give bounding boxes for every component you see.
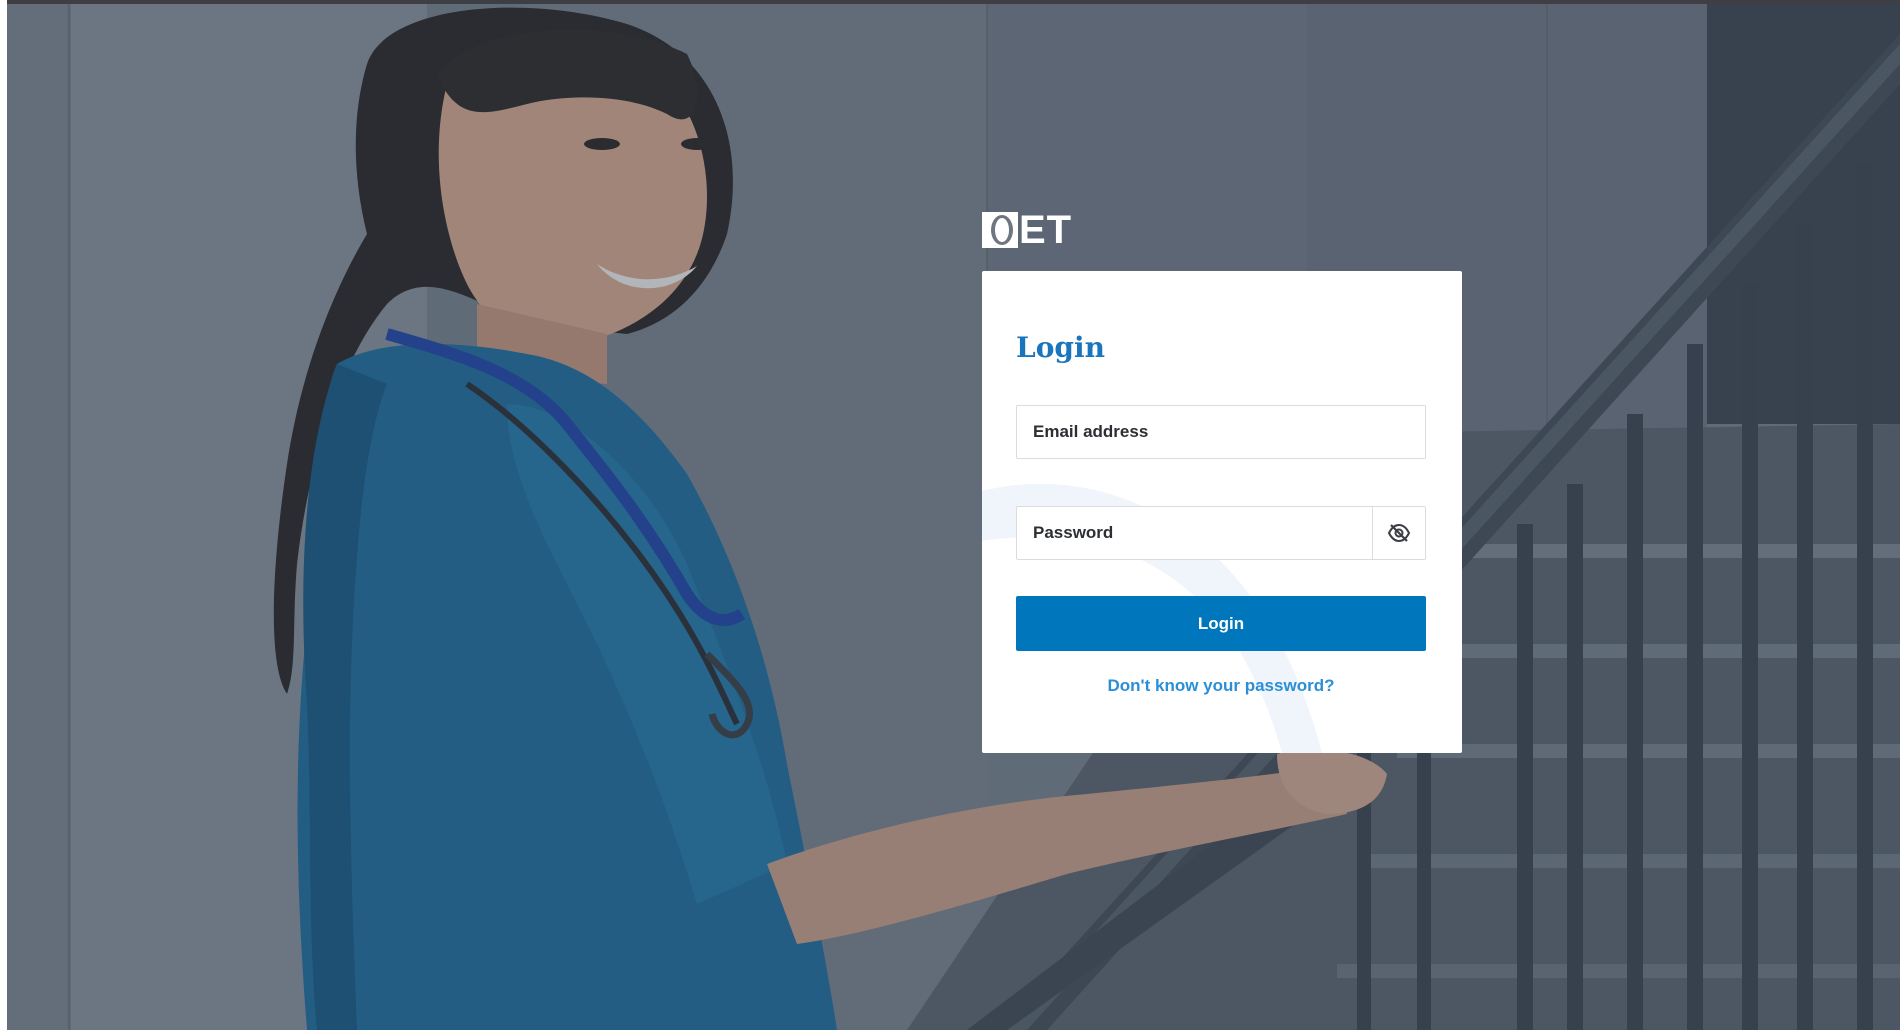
oet-logo: ET [982,210,1072,250]
login-button[interactable]: Login [1016,596,1426,651]
password-input[interactable] [1017,507,1375,559]
logo-o-mark [982,212,1018,248]
email-input[interactable] [1017,406,1425,458]
eye-slash-icon [1387,523,1411,543]
email-field[interactable] [1016,405,1426,459]
login-title: Login [1016,331,1105,364]
login-card: Login Login Don't know your password? [982,271,1462,753]
toggle-password-visibility-button[interactable] [1372,507,1425,559]
login-page: ET Login Login Don't know your password? [0,0,1900,1030]
password-field[interactable] [1016,506,1426,560]
forgot-password-link[interactable]: Don't know your password? [1016,676,1426,696]
logo-text: ET [1019,208,1073,252]
background-photo [7,4,1900,1030]
left-edge [0,0,7,1030]
